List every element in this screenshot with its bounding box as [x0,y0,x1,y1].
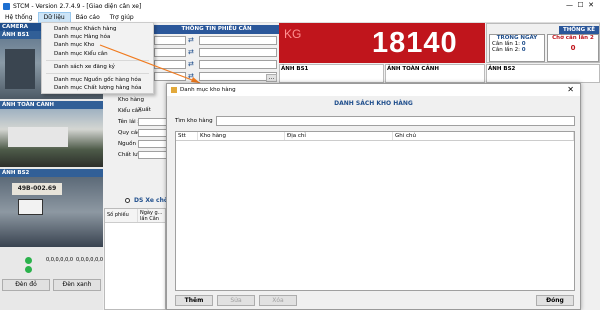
col-stt[interactable]: Stt [176,132,198,140]
add-button[interactable]: Thêm [175,295,213,306]
dialog-heading: DANH SÁCH KHO HÀNG [334,100,413,107]
grid-header: Stt Kho hàng Địa chỉ Ghi chú [176,132,574,141]
search-input[interactable] [216,116,575,126]
delete-button[interactable]: Xóa [259,295,297,306]
close-button[interactable]: Đóng [536,295,574,306]
dialog-title: Danh mục kho hàng [180,87,236,93]
dialog-app-icon [171,87,177,93]
kho-hang-dialog: Danh mục kho hàng ✕ DANH SÁCH KHO HÀNG T… [166,83,581,310]
col-dia-chi[interactable]: Địa chỉ [285,132,393,140]
col-kho-hang[interactable]: Kho hàng [198,132,285,140]
search-label: Tìm kho hàng [175,118,213,124]
col-ghi-chu[interactable]: Ghi chú [393,132,574,140]
kho-hang-grid: Stt Kho hàng Địa chỉ Ghi chú [175,131,575,291]
edit-button[interactable]: Sửa [217,295,255,306]
close-icon[interactable]: ✕ [567,85,574,94]
dialog-titlebar: Danh mục kho hàng ✕ [167,84,580,96]
